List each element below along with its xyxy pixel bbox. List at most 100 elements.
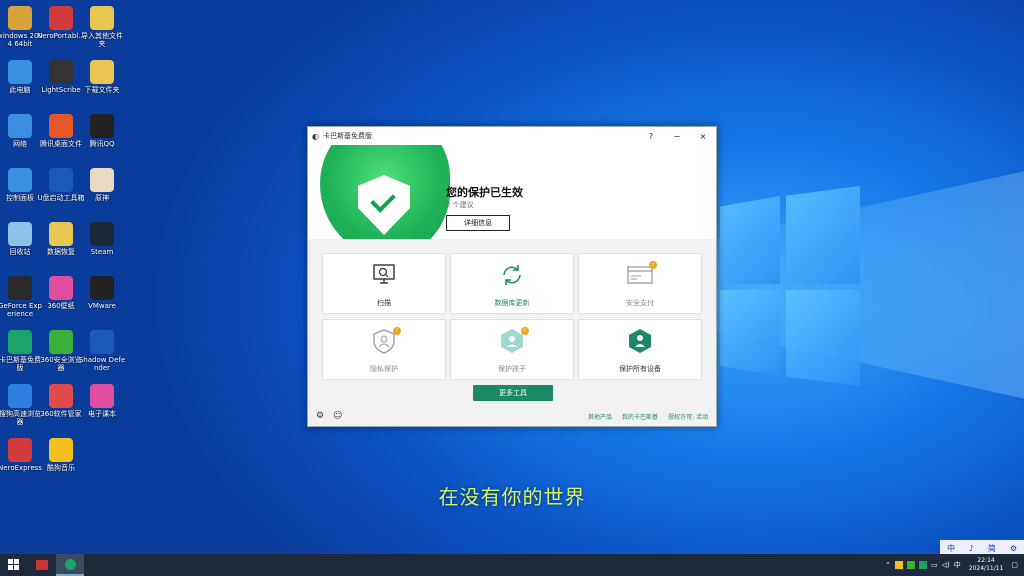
- desktop-icon[interactable]: VMware: [78, 276, 126, 310]
- app-icon: [8, 438, 32, 462]
- kaspersky-window: ◐ 卡巴斯基免费版 ? − × 您的保护已生效 2 个建议 详细信息 扫描 数据…: [307, 126, 717, 427]
- tray-chevron-icon[interactable]: ⌃: [885, 561, 891, 569]
- network-icon[interactable]: ▭: [931, 561, 938, 569]
- app-icon: [90, 168, 114, 192]
- window-title: 卡巴斯基免费版: [322, 132, 372, 140]
- recommendations-link[interactable]: 2 个建议: [446, 200, 474, 210]
- ime-lang[interactable]: 中: [947, 543, 955, 554]
- app-icon: [90, 114, 114, 138]
- taskbar-app-kaspersky[interactable]: [56, 554, 84, 576]
- gear-icon[interactable]: ⚙: [316, 411, 325, 421]
- desktop-icon-label: 腾讯QQ: [89, 140, 115, 148]
- safe-kids-card[interactable]: ! 保护孩子: [450, 319, 574, 380]
- protect-all-devices-card[interactable]: 保护所有设备: [578, 319, 702, 380]
- card-label: 保护所有设备: [619, 365, 661, 373]
- system-tray: ⌃ ▭ ◁) 中 22:14 2024/11/11 ▢: [885, 557, 1024, 573]
- app-icon: [8, 276, 32, 300]
- card-label: 扫描: [377, 299, 391, 307]
- protection-status-panel: 您的保护已生效 2 个建议 详细信息: [308, 145, 716, 239]
- desktop-icon-label: Shadow Defender: [78, 356, 126, 372]
- title-bar: ◐ 卡巴斯基免费版 ? − ×: [308, 127, 716, 145]
- support-icon[interactable]: ☺: [333, 411, 342, 421]
- app-icon: [8, 384, 32, 408]
- more-tools-button[interactable]: 更多工具: [473, 385, 553, 401]
- card-label: 安全支付: [626, 299, 654, 307]
- start-button[interactable]: [0, 554, 28, 576]
- app-icon: [49, 114, 73, 138]
- desktop-icon[interactable]: 原神: [78, 168, 126, 202]
- app-icon: [8, 6, 32, 30]
- tray-wechat-icon[interactable]: [907, 561, 916, 569]
- app-icon: [8, 330, 32, 354]
- taskbar: ⌃ ▭ ◁) 中 22:14 2024/11/11 ▢: [0, 554, 1024, 576]
- desktop-icon[interactable]: 腾讯QQ: [78, 114, 126, 148]
- app-icon: [90, 222, 114, 246]
- status-title: 您的保护已生效: [446, 186, 523, 199]
- app-icon: [90, 276, 114, 300]
- app-icon: [90, 6, 114, 30]
- kaspersky-icon: [64, 558, 76, 570]
- app-icon: [49, 6, 73, 30]
- input-language[interactable]: 中: [954, 560, 961, 570]
- desktop-icon-label: 酷狗音乐: [47, 464, 75, 472]
- close-button[interactable]: ×: [690, 132, 716, 141]
- kaspersky-logo-icon: ◐: [312, 131, 319, 141]
- app-icon: [49, 276, 73, 300]
- tray-app-icon[interactable]: [919, 561, 928, 569]
- windows-start-icon: [8, 559, 19, 570]
- minimize-button[interactable]: −: [664, 132, 690, 141]
- desktop-icon-label: Steam: [90, 248, 114, 256]
- desktop-icon[interactable]: Steam: [78, 222, 126, 256]
- license-link[interactable]: 授权许可: 活动: [668, 412, 708, 421]
- app-icon: [8, 222, 32, 246]
- desktop-icon-label: 下载文件夹: [84, 86, 120, 94]
- other-products-link[interactable]: 其他产品: [588, 412, 612, 421]
- desktop-icon-label: 原神: [95, 194, 109, 202]
- app-icon: [49, 330, 73, 354]
- desktop-icon-label: 导入其他文件夹: [81, 32, 123, 48]
- my-kaspersky-link[interactable]: 我的卡巴斯基: [622, 412, 658, 421]
- clock-time: 22:14: [977, 557, 995, 564]
- media-player-icon: [36, 560, 48, 570]
- app-icon: [49, 222, 73, 246]
- ime-mode[interactable]: 简: [988, 543, 996, 554]
- ime-settings-icon[interactable]: ⚙: [1010, 544, 1017, 553]
- video-subtitle: 在没有你的世界: [438, 485, 586, 509]
- card-label: 数据库更新: [494, 299, 530, 307]
- database-update-card[interactable]: 数据库更新: [450, 253, 574, 314]
- desktop-icon[interactable]: Shadow Defender: [78, 330, 126, 372]
- app-icon: [90, 330, 114, 354]
- warning-badge: !: [393, 327, 401, 335]
- volume-icon[interactable]: ◁): [942, 561, 950, 569]
- warning-badge: !: [649, 261, 657, 269]
- desktop-icon[interactable]: 电子课本: [78, 384, 126, 418]
- app-icon: [49, 384, 73, 408]
- warning-badge: !: [521, 327, 529, 335]
- notification-icon[interactable]: ▢: [1011, 561, 1018, 569]
- app-icon: [90, 60, 114, 84]
- details-button[interactable]: 详细信息: [446, 215, 510, 231]
- desktop-icon[interactable]: 酷狗音乐: [37, 438, 85, 472]
- app-icon: [49, 168, 73, 192]
- sync-icon: [503, 265, 521, 285]
- desktop-icon-label: VMware: [88, 302, 116, 310]
- window-footer: ⚙ ☺ 其他产品 我的卡巴斯基 授权许可: 活动: [308, 406, 716, 426]
- desktop-icon[interactable]: 下载文件夹: [78, 60, 126, 94]
- app-icon: [8, 168, 32, 192]
- card-label: 保护孩子: [498, 365, 526, 373]
- safe-money-card[interactable]: ! 安全支付: [578, 253, 702, 314]
- app-icon: [8, 60, 32, 84]
- all-devices-icon: [629, 329, 651, 353]
- help-button[interactable]: ?: [638, 132, 664, 141]
- windows-logo-wallpaper: [720, 186, 860, 386]
- clock[interactable]: 22:14 2024/11/11: [969, 557, 1004, 573]
- ime-music-icon[interactable]: ♪: [969, 544, 974, 553]
- desktop-icon-label: 电子课本: [88, 410, 116, 418]
- desktop-icon[interactable]: 导入其他文件夹: [78, 6, 126, 48]
- app-icon: [49, 60, 73, 84]
- tray-app-icon[interactable]: [895, 561, 904, 569]
- taskbar-app-media[interactable]: [28, 554, 56, 576]
- scan-card[interactable]: 扫描: [322, 253, 446, 314]
- monitor-scan-icon: [373, 264, 395, 284]
- privacy-card[interactable]: ! 隐私保护: [322, 319, 446, 380]
